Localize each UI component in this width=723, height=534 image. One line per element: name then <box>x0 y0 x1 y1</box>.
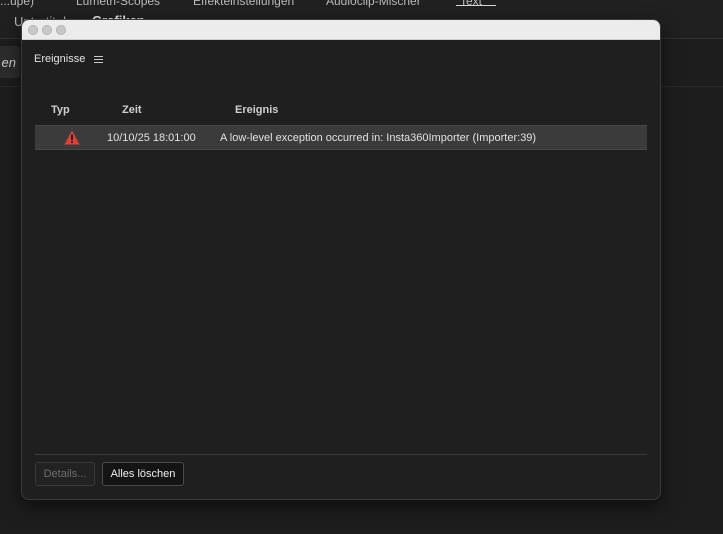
event-time: 10/10/25 18:01:00 <box>107 132 196 144</box>
column-header-time[interactable]: Zeit <box>122 104 142 116</box>
close-window-button[interactable] <box>28 25 38 35</box>
background-side-button[interactable]: en <box>0 46 20 78</box>
window-titlebar[interactable] <box>22 20 660 40</box>
background-side-button-label: en <box>1 54 16 70</box>
warning-icon <box>64 130 80 145</box>
background-tab-text[interactable]: Text <box>460 0 482 8</box>
column-header-event[interactable]: Ereignis <box>235 104 278 116</box>
background-tab-audio-mixer[interactable]: Audioclip-Mischer <box>326 0 421 8</box>
panel-menu-icon[interactable] <box>94 55 104 63</box>
zoom-window-button[interactable] <box>56 25 66 35</box>
event-message: A low-level exception occurred in: Insta… <box>220 132 537 144</box>
minimize-window-button[interactable] <box>42 25 52 35</box>
table-header: Typ Zeit Ereignis <box>35 95 647 125</box>
table-row[interactable]: 10/10/25 18:01:00 A low-level exception … <box>35 125 647 150</box>
background-tab-0[interactable]: ...upe) <box>0 0 34 8</box>
footer-divider <box>35 454 647 455</box>
background-tab-lumetri-scopes[interactable]: Lumetri-Scopes <box>76 0 160 8</box>
panel-header: Ereignisse <box>22 40 660 78</box>
background-tab-effect-settings[interactable]: Effekteinstellungen <box>193 0 294 8</box>
clear-all-button[interactable]: Alles löschen <box>102 462 184 486</box>
column-header-type[interactable]: Typ <box>51 104 70 116</box>
details-button[interactable]: Details... <box>35 462 95 486</box>
events-table: Typ Zeit Ereignis 10/10/25 18:01:00 A lo… <box>35 95 647 150</box>
panel-title: Ereignisse <box>34 53 86 65</box>
background-active-tab-underline <box>456 5 496 6</box>
events-dialog: Ereignisse Typ Zeit Ereignis 10/10/25 18… <box>21 19 661 500</box>
